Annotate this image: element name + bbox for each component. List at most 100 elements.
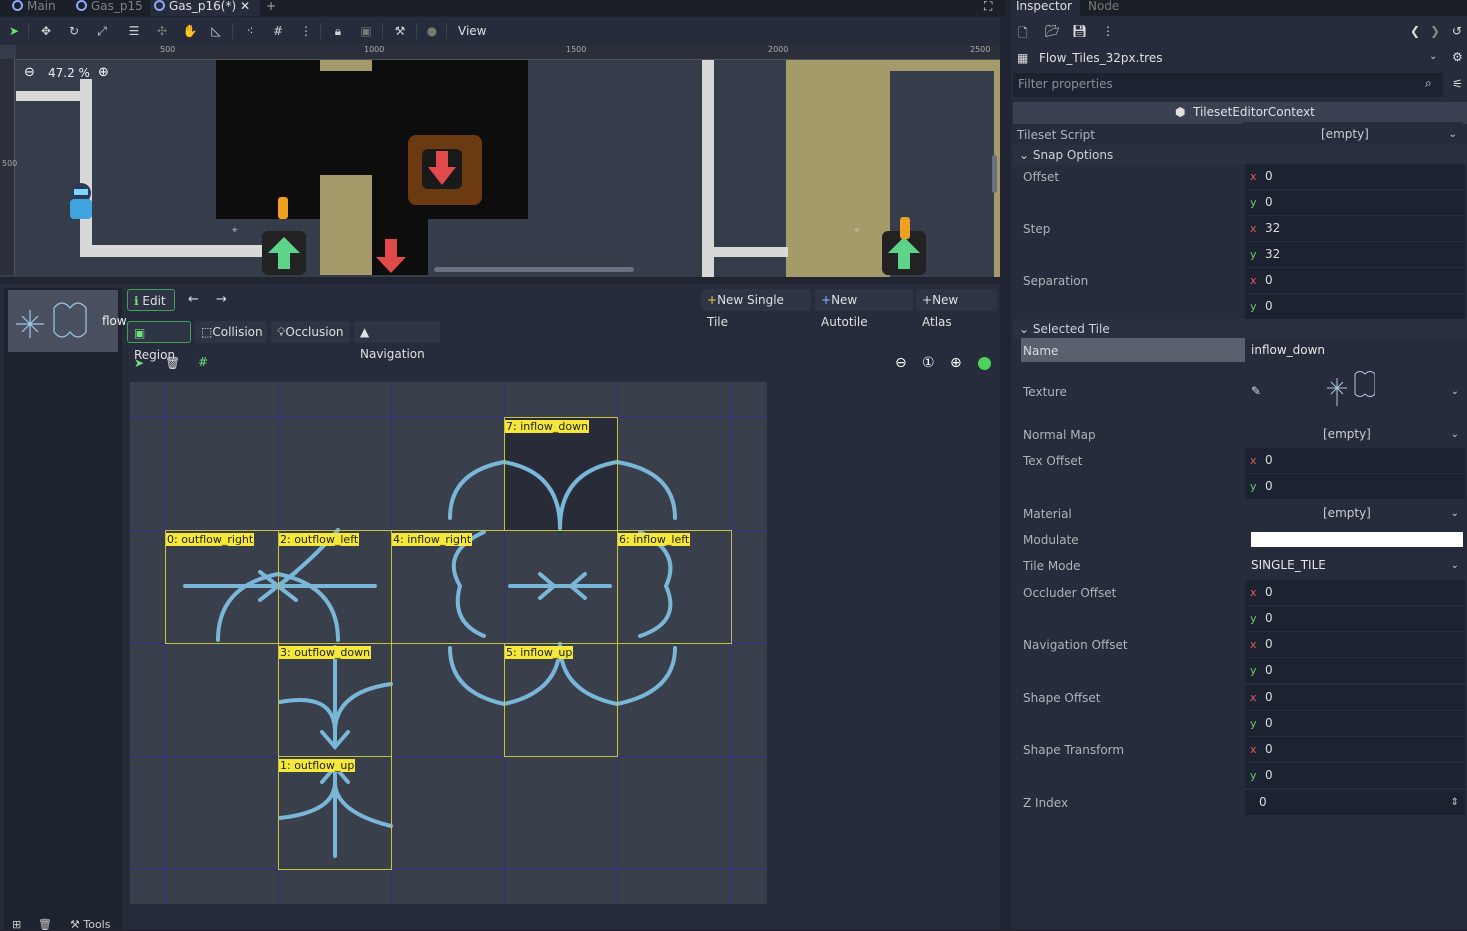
shape-offset-y-field[interactable]: y0 (1245, 711, 1465, 736)
shape-transform-x-field[interactable]: x0 (1245, 737, 1465, 762)
filter-properties-field[interactable]: Filter properties ⌕ (1013, 73, 1443, 97)
selected-tile-section[interactable]: ⌄ Selected Tile (1013, 319, 1467, 339)
grid-toggle-icon[interactable]: # (198, 355, 208, 369)
offset-x-field[interactable]: x0 (1245, 164, 1465, 189)
select-tool-icon[interactable]: ➤ (6, 23, 22, 39)
tab-gas-p15[interactable]: Gas_p15 (72, 0, 156, 16)
shape-transform-y-field[interactable]: y0 (1245, 763, 1465, 788)
next-icon[interactable]: → (216, 292, 227, 307)
normal-map-picker[interactable]: [empty] ⌄ (1245, 422, 1465, 447)
tab-navigation[interactable]: ▲ Navigation (354, 321, 440, 361)
material-picker[interactable]: [empty] ⌄ (1245, 501, 1465, 526)
new-resource-icon[interactable]: 🗋︎ (1018, 24, 1028, 45)
zoom-level[interactable]: 47.2 % (48, 66, 90, 80)
horizontal-ruler: 500 1000 1500 2000 2500 (16, 45, 1000, 60)
tile-mode-select[interactable]: SINGLE_TILE ⌄ (1245, 553, 1465, 578)
history-forward-icon[interactable]: ❯ (1430, 24, 1440, 38)
select-tool-icon[interactable]: ➤ (134, 356, 144, 370)
view-menu[interactable]: View (458, 23, 486, 39)
grid-snap-icon[interactable]: # (270, 23, 286, 39)
name-field[interactable]: inflow_down (1245, 338, 1465, 363)
zoom-out-icon[interactable]: ⊖ (895, 355, 907, 371)
tile-region-box[interactable] (504, 417, 618, 531)
shape-offset-x-field[interactable]: x0 (1245, 685, 1465, 710)
vertical-scrollbar[interactable] (992, 155, 997, 193)
tab-gas-p16[interactable]: Gas_p16(*) ✕ (150, 0, 260, 16)
tile-region-box[interactable] (504, 643, 618, 757)
scale-tool-icon[interactable]: ⤢ (94, 23, 110, 39)
history-back-icon[interactable]: ❮ (1410, 24, 1420, 38)
occluder-x-field[interactable]: x0 (1245, 580, 1465, 605)
zoom-in-icon[interactable]: ⊕ (98, 65, 109, 80)
pivot-tool-icon[interactable]: ✣ (154, 23, 170, 39)
texture-picker[interactable]: ✎ ⌄ (1245, 366, 1465, 418)
pan-tool-icon[interactable]: ✋ (182, 23, 198, 39)
list-item[interactable]: flow (8, 290, 127, 352)
new-single-tile-button[interactable]: +New Single Tile (701, 289, 811, 329)
tab-inspector[interactable]: Inspector (1011, 0, 1075, 16)
tab-region[interactable]: ▣ Region (127, 321, 191, 362)
viewport-2d[interactable]: ⌖ ⌖ ⊖ 47.2 % ⊕ (0, 45, 1000, 277)
list-select-icon[interactable]: ☰ (126, 23, 142, 39)
open-folder-icon[interactable]: 📂︎ (1045, 24, 1060, 38)
offset-y-field[interactable]: y0 (1245, 190, 1465, 215)
new-autotile-button[interactable]: +New Autotile (815, 289, 913, 329)
rotate-tool-icon[interactable]: ↻ (66, 23, 82, 39)
step-y-field[interactable]: y 32 (1245, 242, 1465, 267)
node-config-icon[interactable]: ⚙ (1452, 50, 1463, 64)
navigation-x-field[interactable]: x0 (1245, 632, 1465, 657)
delete-tool-icon[interactable]: 🗑︎ (165, 356, 180, 370)
object-context-header: ⬢ TilesetEditorContext (1013, 102, 1467, 124)
camera-icon[interactable]: ● (424, 23, 440, 39)
zoom-in-icon[interactable]: ⊕ (950, 355, 962, 371)
snap-options-section[interactable]: ⌄ Snap Options (1013, 145, 1467, 165)
group-icon[interactable]: ▣ (358, 23, 374, 39)
filter-options-icon[interactable]: ⚟ (1452, 77, 1463, 91)
lock-icon[interactable]: 🔒︎ (330, 23, 346, 39)
zoom-reset-icon[interactable]: ① (922, 355, 935, 371)
separation-x-field[interactable]: x0 (1245, 268, 1465, 293)
resource-path-selector[interactable]: ▦ Flow_Tiles_32px.tres ⌄ (1013, 48, 1443, 70)
tex-offset-y-field[interactable]: y0 (1245, 474, 1465, 499)
separation-y-field[interactable]: y0 (1245, 294, 1465, 319)
tile-region-box[interactable] (617, 530, 732, 644)
tab-main[interactable]: Main (8, 0, 74, 16)
add-texture-icon[interactable]: ⊞ (12, 918, 21, 931)
tex-offset-x-field[interactable]: x0 (1245, 448, 1465, 473)
tile-region-box[interactable] (391, 530, 618, 644)
tile-region-box[interactable] (278, 756, 392, 870)
occluder-y-field[interactable]: y0 (1245, 606, 1465, 631)
add-tab-icon[interactable]: + (262, 0, 276, 16)
more-options-icon[interactable]: ⋮ (1102, 24, 1114, 38)
close-icon[interactable]: ✕ (240, 0, 250, 12)
edit-button[interactable]: ℹ Edit (127, 289, 175, 311)
snap-options-icon[interactable]: ⋮ (298, 23, 314, 39)
horizontal-scrollbar[interactable] (434, 267, 634, 272)
prev-icon[interactable]: ← (188, 292, 199, 307)
tab-collision[interactable]: ⬚Collision (195, 321, 267, 343)
tile-texture-canvas[interactable]: 7: inflow_down 0: outflow_right 2: outfl… (130, 382, 767, 904)
step-x-field[interactable]: x 32 (1245, 216, 1465, 241)
navigation-y-field[interactable]: y0 (1245, 658, 1465, 683)
tab-occlusion[interactable]: 💡︎Occlusion (271, 321, 350, 343)
tile-region-box[interactable] (278, 530, 392, 644)
skeleton-icon[interactable]: ⚒ (392, 23, 408, 39)
tools-menu[interactable]: ⚒ Tools (70, 918, 110, 931)
save-icon[interactable]: 💾︎ (1072, 24, 1087, 38)
modulate-color-swatch[interactable] (1251, 532, 1463, 547)
delete-texture-icon[interactable]: 🗑︎ (38, 918, 52, 931)
smart-snap-icon[interactable]: ⁖ (242, 23, 258, 39)
fullscreen-icon[interactable]: ⛶ (980, 0, 992, 16)
info-icon[interactable] (978, 357, 991, 370)
z-index-spinbox[interactable]: 0 ⇕ (1245, 790, 1465, 815)
new-atlas-button[interactable]: +New Atlas (916, 289, 997, 329)
move-tool-icon[interactable]: ✥ (38, 23, 54, 39)
tile-region-box[interactable] (165, 530, 279, 644)
tab-node[interactable]: Node (1080, 0, 1126, 16)
object-history-icon[interactable]: ↺ (1452, 24, 1462, 38)
texture-preview (1327, 371, 1375, 406)
ruler-tool-icon[interactable]: ◺ (208, 23, 224, 39)
zoom-out-icon[interactable]: ⊖ (24, 65, 35, 80)
tileset-script-picker[interactable]: [empty] ⌄ (1243, 122, 1463, 147)
tile-region-box[interactable] (278, 643, 392, 757)
